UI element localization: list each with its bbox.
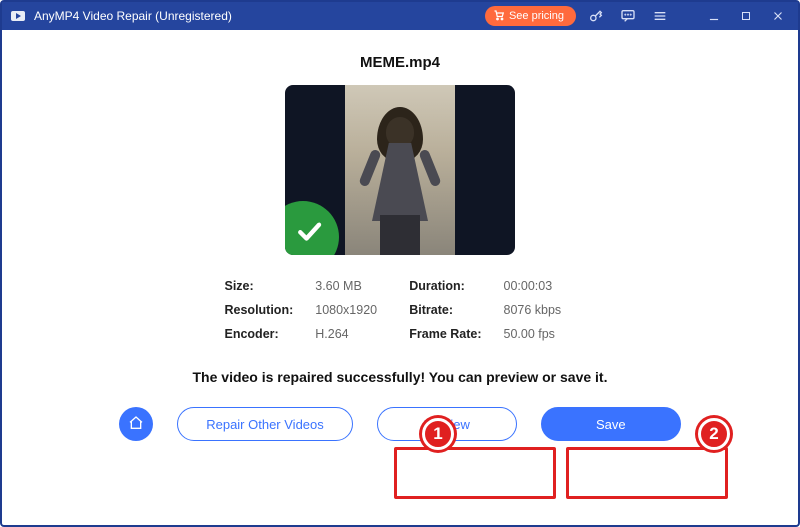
window-title: AnyMP4 Video Repair (Unregistered) [34,9,232,23]
status-message: The video is repaired successfully! You … [193,369,608,385]
cart-icon [493,9,505,24]
encoder-label: Encoder: [225,327,294,341]
feedback-icon[interactable] [616,8,640,24]
see-pricing-label: See pricing [509,10,564,22]
video-frame [345,85,455,255]
close-icon[interactable] [766,9,790,23]
maximize-icon[interactable] [734,10,758,22]
home-icon [128,415,144,434]
framerate-value: 50.00 fps [504,327,576,341]
duration-label: Duration: [409,279,481,293]
video-thumbnail [285,85,515,255]
size-value: 3.60 MB [315,279,387,293]
app-window: AnyMP4 Video Repair (Unregistered) See p… [0,0,800,527]
menu-icon[interactable] [648,8,672,24]
main-content: MEME.mp4 Size: 3.60 MB Duration: 00:00:0… [2,30,798,453]
encoder-value: H.264 [315,327,387,341]
resolution-label: Resolution: [225,303,294,317]
save-button[interactable]: Save [541,407,681,441]
preview-button[interactable]: Preview [377,407,517,441]
file-name: MEME.mp4 [360,54,440,71]
repair-other-button[interactable]: Repair Other Videos [177,407,353,441]
app-logo-icon [10,8,26,24]
see-pricing-button[interactable]: See pricing [485,6,576,26]
framerate-label: Frame Rate: [409,327,481,341]
size-label: Size: [225,279,294,293]
annotation-box-2 [566,447,728,499]
resolution-value: 1080x1920 [315,303,387,317]
minimize-icon[interactable] [702,9,726,23]
duration-value: 00:00:03 [504,279,576,293]
success-check-icon [285,201,339,255]
titlebar: AnyMP4 Video Repair (Unregistered) See p… [2,2,798,30]
home-button[interactable] [119,407,153,441]
bitrate-value: 8076 kbps [504,303,576,317]
action-buttons: Repair Other Videos Preview Save [119,407,681,441]
bitrate-label: Bitrate: [409,303,481,317]
annotation-box-1 [394,447,556,499]
metadata-grid: Size: 3.60 MB Duration: 00:00:03 Resolut… [225,279,576,341]
key-icon[interactable] [584,8,608,24]
